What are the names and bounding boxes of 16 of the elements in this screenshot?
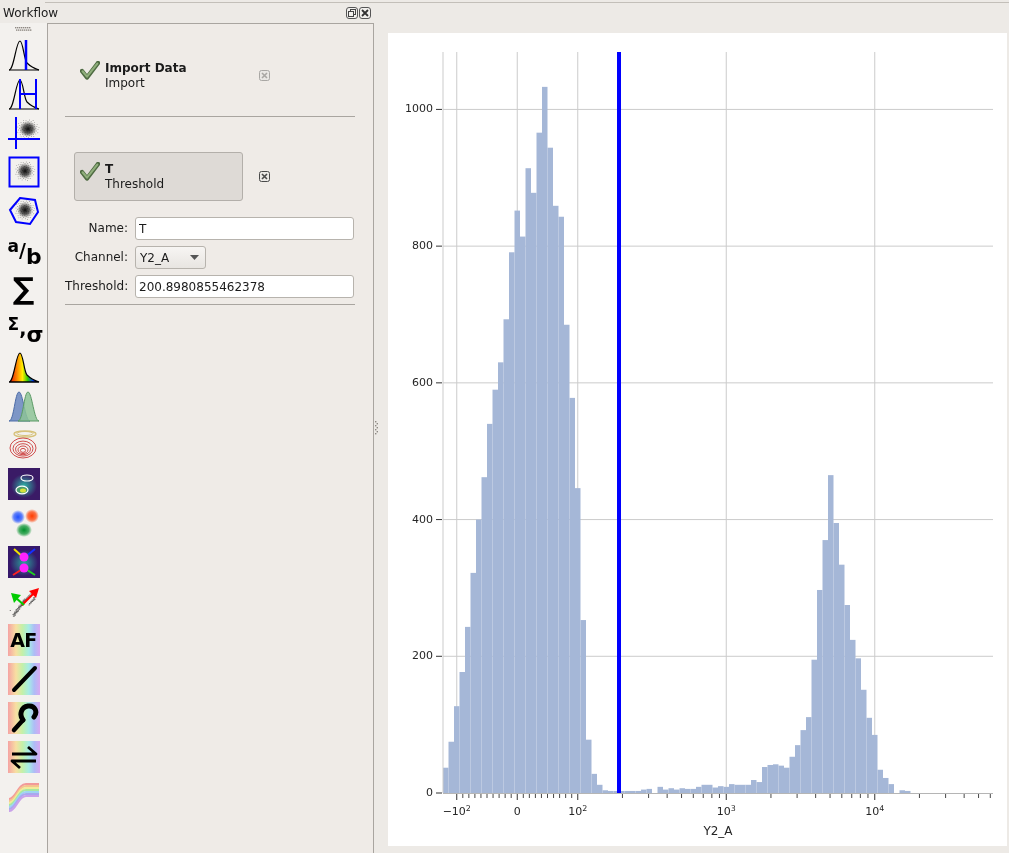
axis-tick-label: 10$^{3}$ [716,805,736,819]
axis-tick-label: 400 [412,512,433,527]
axis-tick-label: 10$^{2}$ [568,805,588,819]
axis-title: Y2_A [703,824,733,838]
axis-tick-label: 0 [426,786,433,800]
dock-title: Workflow [3,6,59,20]
axis-tick-label: 1000 [405,102,433,117]
field-label: Threshold: [65,278,128,295]
field-label: Name: [87,220,128,237]
field-label: Channel: [73,249,128,266]
axis-tick-label: 200 [412,649,433,664]
axis-tick-label: 10$^{4}$ [865,805,885,819]
axis-tick-label: 600 [412,375,433,390]
axis-tick-label: 800 [412,239,433,254]
axis-tick-label: −10$^{2}$ [442,805,471,819]
axis-tick-label: 0 [513,805,521,819]
